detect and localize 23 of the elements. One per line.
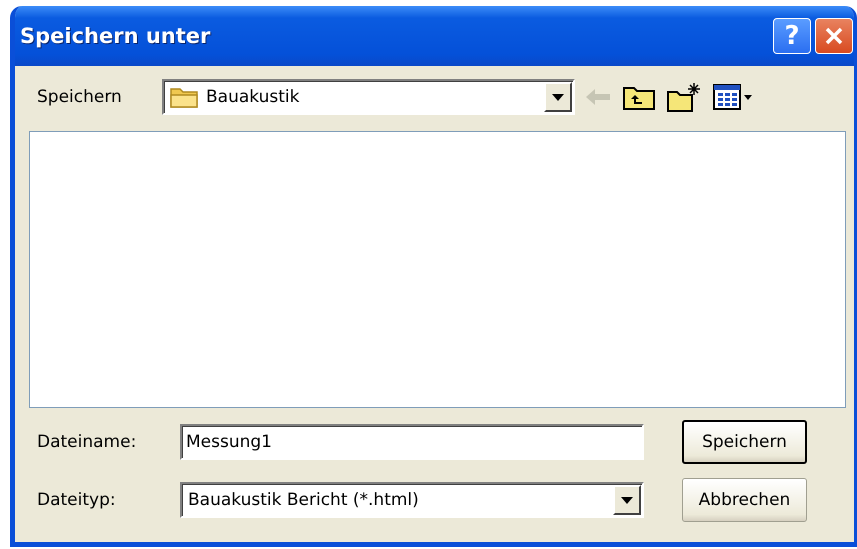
new-folder-icon bbox=[667, 82, 701, 112]
file-type-label: Dateityp: bbox=[36, 490, 117, 510]
save-in-dropdown[interactable]: Bauakustik bbox=[162, 79, 575, 115]
caret-icon bbox=[621, 496, 633, 504]
folder-icon bbox=[170, 86, 198, 108]
close-button[interactable] bbox=[815, 18, 853, 54]
file-name-field[interactable]: Messung1 bbox=[180, 424, 644, 460]
file-type-dropdown[interactable]: Bauakustik Bericht (*.html) bbox=[180, 482, 644, 518]
views-button[interactable] bbox=[713, 84, 753, 110]
back-arrow-icon bbox=[585, 88, 611, 106]
file-name-label: Dateiname: bbox=[36, 432, 138, 452]
dropdown-button[interactable] bbox=[544, 82, 572, 112]
view-menu-icon bbox=[713, 84, 753, 110]
folder-up-icon bbox=[623, 84, 655, 110]
up-button[interactable] bbox=[623, 84, 655, 110]
close-icon bbox=[824, 26, 844, 46]
save-in-label: Speichern bbox=[36, 87, 123, 107]
save-button[interactable]: Speichern bbox=[682, 420, 807, 464]
dropdown-button[interactable] bbox=[613, 485, 641, 515]
cancel-button[interactable]: Abbrechen bbox=[682, 478, 807, 522]
new-folder-button[interactable] bbox=[667, 82, 701, 112]
caret-icon bbox=[552, 94, 564, 100]
window-title: Speichern unter bbox=[20, 24, 212, 48]
